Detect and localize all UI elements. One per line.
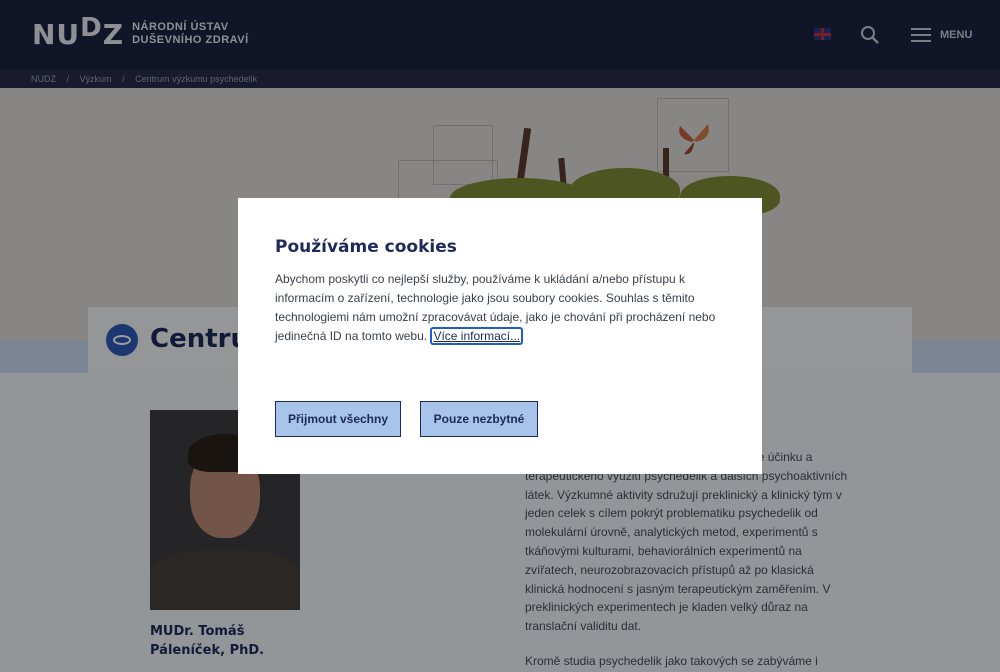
more-info-link[interactable]: Více informací... [430, 327, 524, 345]
cookie-dialog-title: Používáme cookies [275, 237, 457, 257]
cookie-consent-dialog: Používáme cookies Abychom poskytli co ne… [238, 198, 762, 474]
accept-all-button[interactable]: Přijmout všechny [275, 401, 401, 437]
necessary-only-button[interactable]: Pouze nezbytné [420, 401, 538, 437]
cookie-dialog-body: Abychom poskytli co nejlepší služby, pou… [275, 270, 725, 346]
